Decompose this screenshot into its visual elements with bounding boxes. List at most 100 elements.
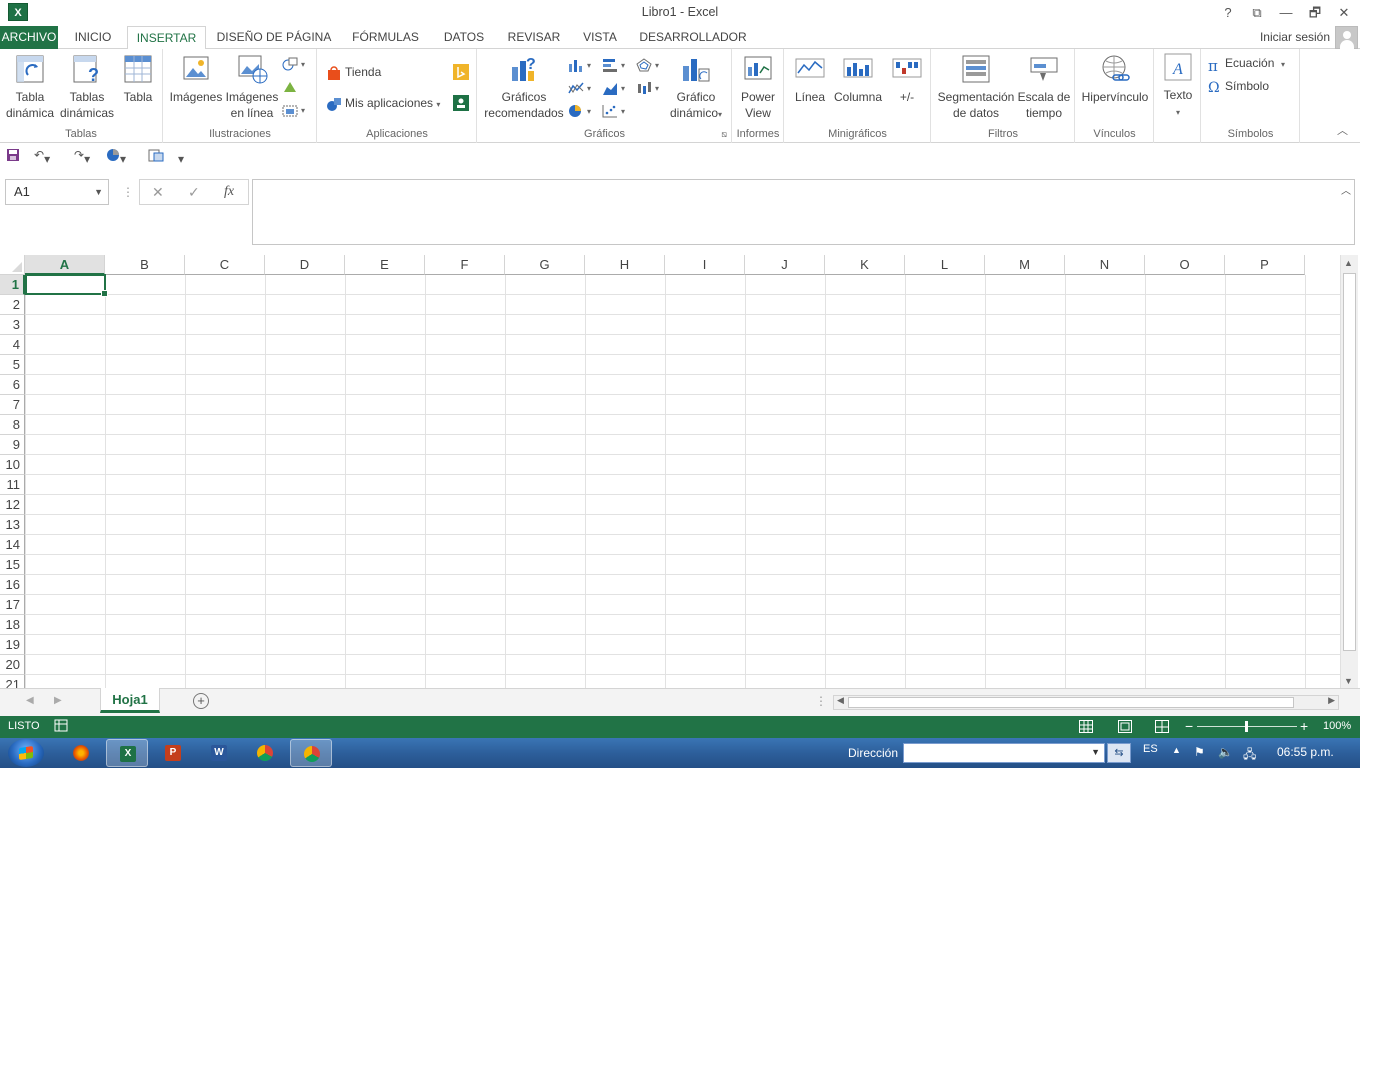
symbol-button[interactable]: Ω Símbolo: [1208, 79, 1269, 96]
cancel-icon[interactable]: ✕: [152, 184, 164, 201]
my-apps-button[interactable]: Mis aplicaciones ▾: [326, 96, 440, 111]
shapes-button[interactable]: ▾: [282, 56, 305, 71]
equation-button[interactable]: π Ecuación ▾: [1208, 56, 1285, 75]
screenshot-button[interactable]: ▾: [282, 102, 305, 117]
restore-icon[interactable]: 🗗: [1301, 2, 1329, 24]
recommended-pivot-tables-button[interactable]: ? Tablas dinámicas: [58, 53, 116, 121]
column-header[interactable]: K: [825, 255, 905, 275]
row-header[interactable]: 11: [0, 475, 25, 495]
column-header[interactable]: O: [1145, 255, 1225, 275]
row-header[interactable]: 14: [0, 535, 25, 555]
action-center-flag-icon[interactable]: ⚑: [1194, 745, 1205, 759]
taskbar-chrome-2[interactable]: [290, 739, 332, 767]
row-header[interactable]: 1: [0, 275, 25, 295]
next-sheet-icon[interactable]: ▶: [54, 695, 62, 706]
select-all-button[interactable]: [0, 255, 25, 275]
page-layout-view-icon[interactable]: [1118, 720, 1132, 733]
taskbar-chrome[interactable]: [244, 739, 286, 767]
pictures-button[interactable]: Imágenes: [168, 53, 224, 105]
address-dropdown-icon[interactable]: ▼: [1091, 747, 1100, 757]
column-header[interactable]: G: [505, 255, 585, 275]
row-header[interactable]: 9: [0, 435, 25, 455]
address-go-icon[interactable]: ⇆: [1107, 743, 1131, 763]
row-header[interactable]: 3: [0, 315, 25, 335]
network-icon[interactable]: 🖧: [1243, 745, 1256, 766]
form-icon[interactable]: [148, 148, 164, 165]
text-button[interactable]: A Texto ▾: [1157, 51, 1199, 121]
row-header[interactable]: 12: [0, 495, 25, 515]
row-header[interactable]: 4: [0, 335, 25, 355]
previous-sheet-icon[interactable]: ◀: [26, 695, 34, 706]
address-input[interactable]: ▼: [903, 743, 1105, 763]
start-button-icon[interactable]: [8, 739, 44, 767]
show-hidden-icons-icon[interactable]: ▲: [1172, 745, 1181, 755]
row-header[interactable]: 17: [0, 595, 25, 615]
name-box[interactable]: A1 ▼: [5, 179, 109, 205]
horizontal-scroll-thumb[interactable]: [848, 697, 1294, 708]
bar-chart-button[interactable]: ▾: [602, 57, 625, 72]
close-icon[interactable]: ✕: [1330, 2, 1358, 24]
user-avatar-icon[interactable]: [1335, 26, 1358, 49]
line-chart-button[interactable]: ▾: [568, 80, 591, 95]
row-header[interactable]: 13: [0, 515, 25, 535]
scroll-up-icon[interactable]: ▲: [1344, 258, 1353, 268]
taskbar-powerpoint[interactable]: P: [152, 739, 194, 767]
smartart-button[interactable]: [282, 79, 301, 94]
recommended-charts-button[interactable]: ? Gráficos recomendados: [480, 53, 568, 121]
zoom-in-icon[interactable]: +: [1300, 718, 1308, 734]
zoom-level[interactable]: 100%: [1323, 720, 1351, 732]
vertical-scrollbar[interactable]: ▲ ▼: [1340, 255, 1358, 688]
zoom-out-icon[interactable]: −: [1185, 718, 1193, 734]
tab-diseno-pagina[interactable]: DISEÑO DE PÁGINA: [216, 26, 332, 49]
chart-quick-icon[interactable]: ▾: [106, 148, 126, 166]
online-pictures-button[interactable]: Imágenes en línea: [224, 53, 280, 121]
tab-revisar[interactable]: REVISAR: [505, 26, 563, 49]
tab-formulas[interactable]: FÓRMULAS: [348, 26, 423, 49]
sparkline-win-loss-button[interactable]: +/-: [887, 53, 927, 105]
collapse-ribbon-icon[interactable]: ︿: [1337, 122, 1348, 138]
zoom-slider-thumb[interactable]: [1245, 721, 1248, 732]
insert-function-icon[interactable]: fx: [224, 184, 234, 200]
row-header[interactable]: 7: [0, 395, 25, 415]
tab-inicio[interactable]: INICIO: [70, 26, 116, 49]
slicer-button[interactable]: Segmentación de datos: [936, 53, 1016, 121]
row-header[interactable]: 19: [0, 635, 25, 655]
table-button[interactable]: Tabla: [118, 53, 158, 105]
tab-splitter-icon[interactable]: ⋮: [815, 694, 827, 708]
timeline-button[interactable]: Escala de tiempo: [1016, 53, 1072, 121]
row-header[interactable]: 21: [0, 675, 25, 688]
sign-in-link[interactable]: Iniciar sesión: [1260, 30, 1330, 44]
save-icon[interactable]: [6, 148, 20, 165]
help-icon[interactable]: ?: [1214, 2, 1242, 24]
row-header[interactable]: 2: [0, 295, 25, 315]
row-header[interactable]: 20: [0, 655, 25, 675]
tab-insertar[interactable]: INSERTAR: [127, 26, 206, 50]
normal-view-icon[interactable]: [1079, 720, 1093, 733]
radar-chart-button[interactable]: ▾: [636, 57, 659, 72]
active-cell[interactable]: [25, 274, 108, 297]
row-header[interactable]: 6: [0, 375, 25, 395]
column-header[interactable]: C: [185, 255, 265, 275]
new-sheet-icon[interactable]: +: [193, 693, 209, 709]
hyperlink-button[interactable]: Hipervínculo: [1078, 53, 1152, 105]
sparkline-column-button[interactable]: Columna: [831, 53, 885, 105]
power-view-button[interactable]: Power View: [735, 53, 781, 121]
sparkline-line-button[interactable]: Línea: [789, 53, 831, 105]
column-header[interactable]: L: [905, 255, 985, 275]
column-header[interactable]: P: [1225, 255, 1305, 275]
scroll-right-icon[interactable]: ▶: [1328, 695, 1335, 706]
scroll-down-icon[interactable]: ▼: [1344, 676, 1353, 686]
tab-archivo[interactable]: ARCHIVO: [0, 26, 58, 49]
row-header[interactable]: 5: [0, 355, 25, 375]
vertical-scroll-thumb[interactable]: [1343, 273, 1356, 651]
taskbar-word[interactable]: W: [198, 739, 240, 767]
column-header[interactable]: J: [745, 255, 825, 275]
row-header[interactable]: 8: [0, 415, 25, 435]
page-break-view-icon[interactable]: [1155, 720, 1169, 733]
scroll-left-icon[interactable]: ◀: [837, 695, 844, 706]
formula-bar-splitter-icon[interactable]: ⋮: [122, 185, 134, 199]
undo-icon[interactable]: ↶ ▾: [34, 148, 50, 166]
minimize-icon[interactable]: —: [1272, 2, 1300, 24]
volume-icon[interactable]: 🔈: [1218, 745, 1233, 759]
column-header[interactable]: B: [105, 255, 185, 275]
